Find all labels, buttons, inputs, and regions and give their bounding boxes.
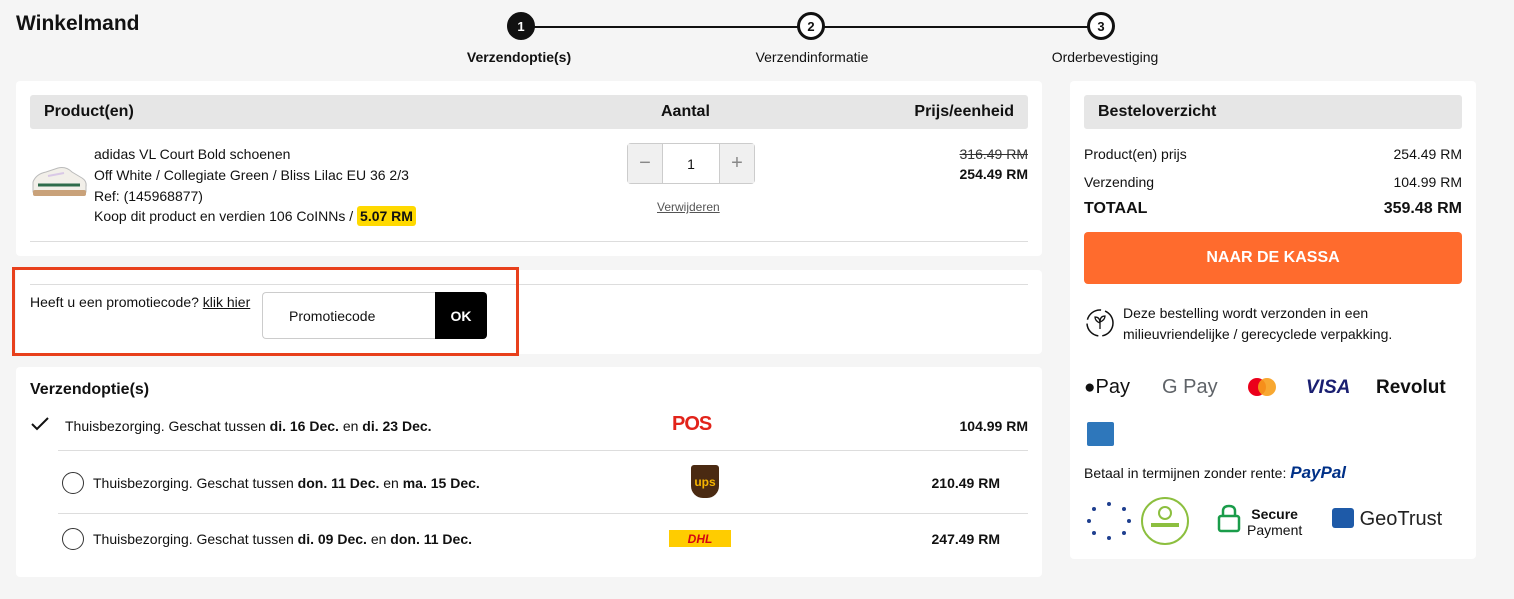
increment-button[interactable]: + (720, 144, 754, 183)
promo-ok-button[interactable]: OK (435, 292, 487, 339)
promo-question-text: Heeft u een promotiecode? (30, 294, 203, 310)
shipping-option-3-text[interactable]: Thuisbezorging. Geschat tussen di. 09 De… (93, 531, 472, 547)
shipping-option-1-price: 104.99 RM (959, 418, 1028, 434)
apple-pay-text: Pay (1095, 376, 1130, 398)
step-1-circle: 1 (507, 12, 535, 40)
header-quantity: Aantal (661, 103, 710, 120)
price-new: 254.49 RM (959, 166, 1028, 182)
summary-product-value: 254.49 RM (1393, 146, 1462, 162)
option-2-from: don. 11 Dec. (297, 475, 380, 491)
promo-question: Heeft u een promotiecode? klik hier (30, 294, 250, 310)
header-unit-price: Prijs/eenheid (914, 103, 1014, 120)
cart-divider (30, 241, 1028, 242)
shipping-option-1-text[interactable]: Thuisbezorging. Geschat tussen di. 16 De… (65, 418, 432, 434)
summary-title: Besteloverzicht (1084, 95, 1462, 129)
eco-packaging-text: Deze bestelling wordt verzonden in een m… (1123, 305, 1393, 342)
recycle-leaf-icon (1086, 309, 1114, 337)
apple-pay-logo: ●Pay (1084, 376, 1130, 399)
quantity-stepper: − 1 + (627, 143, 755, 184)
checkout-button[interactable]: NAAR DE KASSA (1084, 232, 1462, 284)
dhl-logo-text: DHL (687, 531, 713, 546)
decrement-button[interactable]: − (628, 144, 662, 183)
revolut-logo: Revolut (1376, 377, 1446, 398)
ups-logo: ups (691, 465, 719, 498)
shipping-divider-1 (58, 450, 1028, 451)
header-product: Product(en) (44, 103, 134, 120)
step-2-circle: 2 (797, 12, 825, 40)
geotrust-logo: GeoTrust (1332, 508, 1442, 531)
product-image[interactable] (30, 148, 88, 206)
mastercard-logo (1248, 378, 1276, 396)
summary-total-label: TOTAAL (1084, 200, 1148, 217)
product-ref: Ref: (145968877) (94, 188, 203, 204)
promo-input[interactable]: Promotiecode (262, 292, 436, 339)
installments-row: Betaal in termijnen zonder rente: PayPal (1084, 463, 1346, 483)
option-2-prefix: Thuisbezorging. Geschat tussen (93, 475, 298, 491)
shipping-divider-2 (58, 513, 1028, 514)
secure-payment-badge: Secure Payment (1247, 506, 1302, 538)
step-3-label: Orderbevestiging (1051, 49, 1159, 65)
option-2-mid: en (379, 475, 403, 491)
product-coins: Koop dit product en verdien 106 CoINNs /… (94, 206, 416, 226)
installments-text: Betaal in termijnen zonder rente: (1084, 465, 1291, 481)
ups-logo-text: ups (694, 474, 716, 489)
amex-logo (1087, 422, 1114, 446)
option-1-prefix: Thuisbezorging. Geschat tussen (65, 418, 270, 434)
option-2-to: ma. 15 Dec. (402, 475, 480, 491)
secure-label: Secure (1251, 506, 1298, 522)
option-3-to: don. 11 Dec. (390, 531, 472, 547)
step-2-label: Verzendinformatie (755, 49, 869, 65)
check-icon[interactable] (30, 416, 50, 432)
shipping-option-2-price: 210.49 RM (931, 475, 1000, 491)
price-old: 316.49 RM (959, 146, 1028, 162)
shipping-option-3-radio[interactable] (62, 528, 84, 550)
product-name[interactable]: adidas VL Court Bold schoenen (94, 146, 290, 162)
option-3-mid: en (366, 531, 391, 547)
summary-shipping-row: Verzending 104.99 RM (1084, 174, 1462, 190)
apple-icon: ● (1084, 377, 1096, 398)
summary-product-label: Product(en) prijs (1084, 146, 1187, 162)
product-variant: Off White / Collegiate Green / Bliss Lil… (94, 167, 409, 183)
coins-badge: 5.07 RM (357, 206, 416, 226)
step-3-circle: 3 (1087, 12, 1115, 40)
summary-total-value: 359.48 RM (1383, 200, 1462, 217)
page-title: Winkelmand (16, 12, 140, 35)
payment-label: Payment (1247, 522, 1303, 538)
option-1-from: di. 16 Dec. (269, 418, 339, 434)
option-3-prefix: Thuisbezorging. Geschat tussen (93, 531, 298, 547)
pos-logo: POS (672, 413, 712, 435)
summary-total-row: TOTAAL 359.48 RM (1084, 200, 1462, 218)
option-1-mid: en (338, 418, 363, 434)
google-pay-logo: G Pay (1162, 376, 1218, 398)
ecommerce-europe-seal-icon (1087, 502, 1131, 540)
cart-table-header: Product(en) Aantal Prijs/eenheid (30, 95, 1028, 129)
confianza-online-seal-icon (1141, 497, 1189, 545)
shipping-option-2-radio[interactable] (62, 472, 84, 494)
remove-link[interactable]: Verwijderen (657, 200, 720, 214)
visa-logo: VISA (1306, 377, 1351, 398)
summary-shipping-value: 104.99 RM (1393, 174, 1462, 190)
coins-text: Koop dit product en verdien 106 CoINNs / (94, 208, 358, 224)
paypal-logo: PayPal (1290, 463, 1346, 482)
shipping-option-3-price: 247.49 RM (931, 531, 1000, 547)
step-1-label: Verzendoptie(s) (466, 49, 572, 65)
lock-icon (1217, 504, 1241, 533)
dhl-logo: DHL (669, 530, 731, 547)
promo-link[interactable]: klik hier (203, 294, 250, 310)
geotrust-text: GeoTrust (1359, 508, 1443, 530)
quantity-value[interactable]: 1 (662, 144, 720, 183)
option-3-from: di. 09 Dec. (297, 531, 367, 547)
geotrust-icon (1332, 508, 1354, 528)
shipping-title: Verzendoptie(s) (30, 381, 150, 398)
option-1-to: di. 23 Dec. (362, 418, 432, 434)
summary-product-row: Product(en) prijs 254.49 RM (1084, 146, 1462, 162)
shipping-option-2-text[interactable]: Thuisbezorging. Geschat tussen don. 11 D… (93, 475, 480, 491)
summary-shipping-label: Verzending (1084, 174, 1155, 190)
